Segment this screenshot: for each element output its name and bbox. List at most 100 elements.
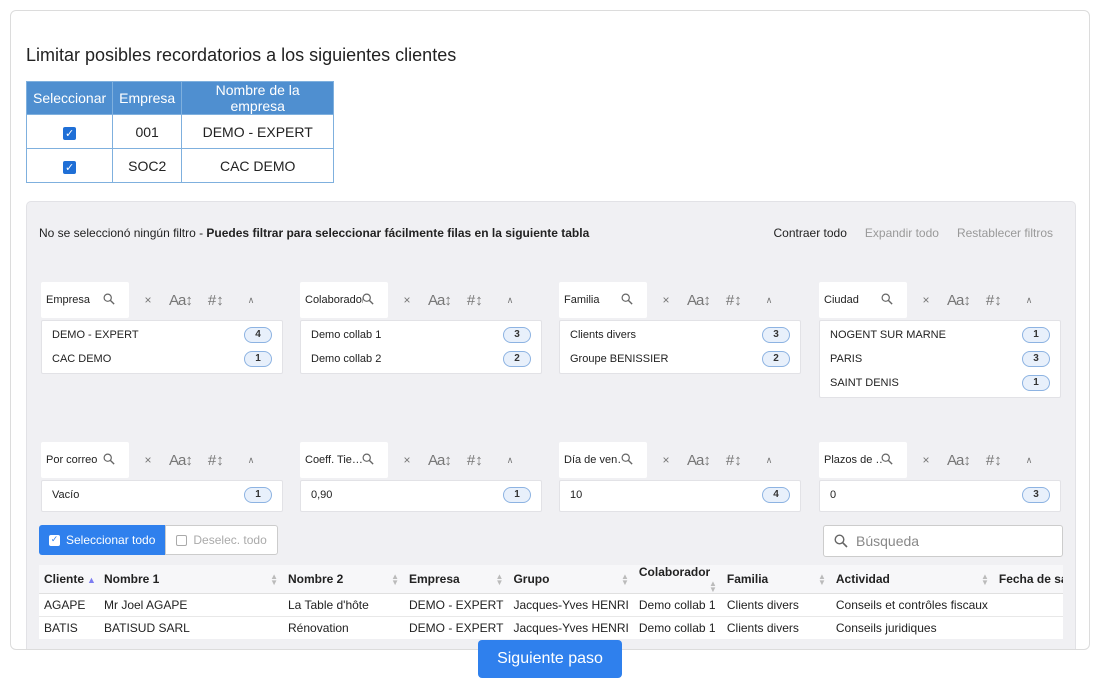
search-icon[interactable]	[621, 453, 633, 465]
search-icon[interactable]	[103, 293, 115, 305]
facet-filter: Por correo × Aa↕ #↕ ∧ Vacío 1	[41, 442, 283, 512]
facet-filter: Familia × Aa↕ #↕ ∧ Clients divers 3 Grou…	[559, 282, 801, 374]
clients-grid: Cliente ▲ Nombre 1 ▲ ▼ Nombre 2 ▲ ▼ Empresa ▲ ▼ Gru…	[39, 565, 1063, 639]
facet-filter: Ciudad × Aa↕ #↕ ∧ NOGENT SUR MARNE 1 PAR…	[819, 282, 1061, 398]
table-row[interactable]: BATIS BATISUD SARL Rénovation DEMO - EXPERT…	[39, 616, 1063, 639]
grid-column-header[interactable]: Colaborador ▲ ▼	[633, 565, 722, 594]
search-icon[interactable]	[881, 293, 893, 305]
column-label: Familia	[726, 572, 769, 586]
grid-cell: DEMO - EXPERT	[404, 593, 509, 617]
company-name: DEMO - EXPERT	[181, 114, 335, 149]
sort-alpha-icon[interactable]: Aa↕	[687, 452, 711, 469]
facet-title: Por correo	[41, 442, 129, 478]
facet-item-label: Vacío	[52, 489, 80, 501]
close-icon[interactable]: ×	[402, 293, 412, 307]
close-icon[interactable]: ×	[661, 453, 671, 467]
facet-item[interactable]: 10 4	[560, 483, 800, 507]
facet-item[interactable]: Clients divers 3	[560, 323, 800, 347]
grid-column-header[interactable]: Cliente ▲	[39, 565, 99, 594]
grid-column-header[interactable]: Actividad ▲ ▼	[830, 565, 994, 594]
search-icon[interactable]	[621, 293, 633, 305]
expand-all-link[interactable]: Expandir todo	[865, 226, 939, 240]
facet-item[interactable]: PARIS 3	[820, 347, 1060, 371]
facet-item[interactable]: SAINT DENIS 1	[820, 371, 1060, 395]
search-icon[interactable]	[362, 453, 374, 465]
search-input[interactable]	[856, 533, 1036, 549]
facet-controls: × Aa↕ #↕ ∧	[647, 452, 772, 469]
facet-item[interactable]: Groupe BENISSIER 2	[560, 347, 800, 371]
collapse-icon[interactable]: ∧	[507, 455, 514, 466]
collapse-icon[interactable]: ∧	[248, 295, 255, 306]
column-label: Cliente	[44, 572, 85, 586]
facet-item-count: 1	[503, 487, 531, 503]
collapse-all-link[interactable]: Contraer todo	[774, 226, 847, 240]
sort-alpha-icon[interactable]: Aa↕	[428, 452, 452, 469]
close-icon[interactable]: ×	[143, 453, 153, 467]
grid-cell: Clients divers	[721, 593, 831, 617]
sort-alpha-icon[interactable]: Aa↕	[687, 292, 711, 309]
sort-icon: ▲ ▼	[495, 572, 504, 587]
facet-list: 10 4	[559, 480, 801, 512]
facet-item[interactable]: CAC DEMO 1	[42, 347, 282, 371]
facet-item-label: CAC DEMO	[52, 353, 112, 365]
facet-item[interactable]: Demo collab 1 3	[301, 323, 541, 347]
close-icon[interactable]: ×	[143, 293, 153, 307]
close-icon[interactable]: ×	[921, 293, 931, 307]
facet-item[interactable]: Demo collab 2 2	[301, 347, 541, 371]
sort-alpha-icon[interactable]: Aa↕	[428, 292, 452, 309]
facet-item-count: 4	[762, 487, 790, 503]
sort-count-icon[interactable]: #↕	[467, 292, 483, 309]
select-all-button[interactable]: ✓ Seleccionar todo	[39, 525, 166, 555]
facet-item[interactable]: DEMO - EXPERT 4	[42, 323, 282, 347]
collapse-icon[interactable]: ∧	[766, 295, 773, 306]
facet-header: Ciudad × Aa↕ #↕ ∧	[819, 282, 1061, 318]
sort-count-icon[interactable]: #↕	[726, 292, 742, 309]
close-icon[interactable]: ×	[661, 293, 671, 307]
row-checkbox[interactable]: ✓	[63, 160, 77, 174]
deselect-all-button[interactable]: Deselec. todo	[165, 525, 278, 555]
grid-cell	[993, 616, 1063, 639]
sort-alpha-icon[interactable]: Aa↕	[169, 292, 193, 309]
sort-count-icon[interactable]: #↕	[986, 452, 1002, 469]
facet-item[interactable]: 0,90 1	[301, 483, 541, 507]
collapse-icon[interactable]: ∧	[507, 295, 514, 306]
search-icon[interactable]	[362, 293, 374, 305]
sort-count-icon[interactable]: #↕	[986, 292, 1002, 309]
grid-column-header[interactable]: Fecha de salida	[993, 565, 1063, 594]
search-icon[interactable]	[103, 453, 115, 465]
sort-alpha-icon[interactable]: Aa↕	[947, 292, 971, 309]
sort-count-icon[interactable]: #↕	[467, 452, 483, 469]
facet-item[interactable]: NOGENT SUR MARNE 1	[820, 323, 1060, 347]
sort-alpha-icon[interactable]: Aa↕	[947, 452, 971, 469]
grid-column-header[interactable]: Empresa ▲ ▼	[404, 565, 509, 594]
close-icon[interactable]: ×	[402, 453, 412, 467]
facet-item[interactable]: Vacío 1	[42, 483, 282, 507]
facet-item-count: 4	[244, 327, 272, 343]
grid-column-header[interactable]: Familia ▲ ▼	[721, 565, 831, 594]
close-icon[interactable]: ×	[921, 453, 931, 467]
grid-column-header[interactable]: Nombre 1 ▲ ▼	[99, 565, 283, 594]
facet-title: Plazos de …	[819, 442, 907, 478]
grid-column-header[interactable]: Nombre 2 ▲ ▼	[283, 565, 404, 594]
table-row: ✓ 001 DEMO - EXPERT	[25, 114, 335, 149]
main-card: Limitar posibles recordatorios a los sig…	[10, 10, 1090, 650]
row-checkbox[interactable]: ✓	[63, 126, 77, 140]
facet-title-label: Colaborador	[305, 294, 363, 306]
table-row[interactable]: AGAPE Mr Joel AGAPE La Table d'hôte DEMO - …	[39, 593, 1063, 617]
grid-column-header[interactable]: Grupo ▲ ▼	[508, 565, 634, 594]
collapse-icon[interactable]: ∧	[1026, 455, 1033, 466]
facet-item-count: 3	[1022, 351, 1050, 367]
collapse-icon[interactable]: ∧	[1026, 295, 1033, 306]
sort-count-icon[interactable]: #↕	[726, 452, 742, 469]
sort-alpha-icon[interactable]: Aa↕	[169, 452, 193, 469]
sort-count-icon[interactable]: #↕	[208, 452, 224, 469]
collapse-icon[interactable]: ∧	[766, 455, 773, 466]
facet-title: Ciudad	[819, 282, 907, 318]
reset-filters-link[interactable]: Restablecer filtros	[957, 226, 1053, 240]
facet-item[interactable]: 0 3	[820, 483, 1060, 507]
next-step-button[interactable]: Siguiente paso	[478, 640, 622, 678]
collapse-icon[interactable]: ∧	[248, 455, 255, 466]
column-label: Nombre 2	[288, 572, 344, 586]
search-icon[interactable]	[881, 453, 893, 465]
sort-count-icon[interactable]: #↕	[208, 292, 224, 309]
